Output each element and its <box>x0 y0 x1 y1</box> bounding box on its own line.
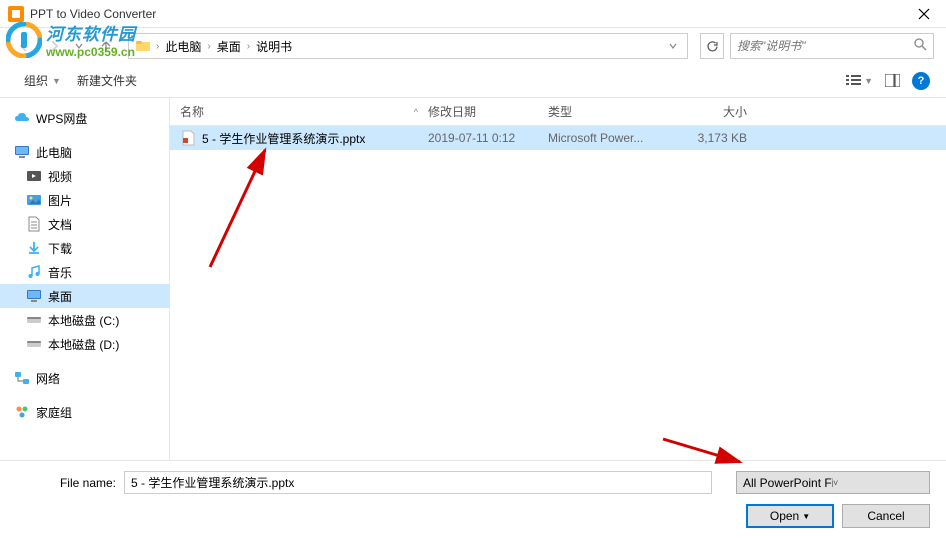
column-name[interactable]: 名称 ^ <box>170 103 428 120</box>
sidebar-item-homegroup[interactable]: 家庭组 <box>0 400 169 424</box>
music-icon <box>26 264 42 280</box>
desktop-icon <box>26 288 42 304</box>
sidebar-item-downloads[interactable]: 下载 <box>0 236 169 260</box>
chevron-down-icon: ▼ <box>52 76 61 86</box>
search-icon[interactable] <box>914 38 927 54</box>
up-button[interactable] <box>96 34 116 58</box>
chevron-down-icon: ▼ <box>864 76 873 86</box>
sidebar: WPS网盘 此电脑 视频 图片 文档 下载 音乐 桌面 <box>0 98 170 460</box>
sidebar-label: 音乐 <box>48 264 72 281</box>
file-size: 3,173 KB <box>673 131 757 145</box>
app-icon <box>8 6 24 22</box>
sidebar-item-thispc[interactable]: 此电脑 <box>0 140 169 164</box>
sidebar-item-videos[interactable]: 视频 <box>0 164 169 188</box>
sidebar-label: 本地磁盘 (D:) <box>48 336 119 353</box>
sidebar-label: 文档 <box>48 216 72 233</box>
chevron-right-icon: › <box>207 41 210 52</box>
sidebar-item-music[interactable]: 音乐 <box>0 260 169 284</box>
sidebar-item-desktop[interactable]: 桌面 <box>0 284 169 308</box>
download-icon <box>26 240 42 256</box>
window-title: PPT to Video Converter <box>30 7 910 21</box>
refresh-button[interactable] <box>700 33 724 59</box>
close-button[interactable] <box>910 0 938 28</box>
sidebar-label: 此电脑 <box>36 144 72 161</box>
breadcrumb-thispc[interactable]: 此电脑 <box>162 38 204 55</box>
homegroup-icon <box>14 404 30 420</box>
sidebar-label: 桌面 <box>48 288 72 305</box>
filetype-select[interactable]: All PowerPoint Files (*.ppt;*.ppt ˅ <box>736 471 930 494</box>
document-icon <box>26 216 42 232</box>
folder-icon <box>135 38 151 54</box>
chevron-right-icon: › <box>247 41 250 52</box>
filename-label: File name: <box>16 476 116 490</box>
video-icon <box>26 168 42 184</box>
disk-icon <box>26 336 42 352</box>
view-list-button[interactable]: ▼ <box>846 74 873 87</box>
sidebar-item-diskc[interactable]: 本地磁盘 (C:) <box>0 308 169 332</box>
picture-icon <box>26 192 42 208</box>
open-button[interactable]: Open ▼ <box>746 504 834 528</box>
column-type[interactable]: 类型 <box>548 103 673 120</box>
breadcrumb-folder[interactable]: 说明书 <box>253 38 295 55</box>
search-input[interactable] <box>737 39 914 53</box>
sidebar-label: 下载 <box>48 240 72 257</box>
sidebar-label: 本地磁盘 (C:) <box>48 312 119 329</box>
file-type: Microsoft Power... <box>548 131 673 145</box>
sidebar-item-wps[interactable]: WPS网盘 <box>0 106 169 130</box>
filename-input[interactable] <box>124 471 712 494</box>
cancel-button[interactable]: Cancel <box>842 504 930 528</box>
newfolder-button[interactable]: 新建文件夹 <box>69 68 145 93</box>
search-box[interactable] <box>730 33 934 59</box>
network-icon <box>14 370 30 386</box>
breadcrumb[interactable]: › 此电脑 › 桌面 › 说明书 <box>128 33 688 59</box>
sidebar-item-network[interactable]: 网络 <box>0 366 169 390</box>
sidebar-item-documents[interactable]: 文档 <box>0 212 169 236</box>
split-chevron-icon: ▼ <box>802 512 810 521</box>
forward-button[interactable] <box>42 34 66 58</box>
computer-icon <box>14 144 30 160</box>
column-size[interactable]: 大小 <box>673 103 757 120</box>
back-button[interactable] <box>12 34 36 58</box>
chevron-down-icon[interactable] <box>669 42 677 50</box>
breadcrumb-desktop[interactable]: 桌面 <box>214 38 244 55</box>
history-dropdown[interactable] <box>72 34 86 58</box>
sidebar-item-diskd[interactable]: 本地磁盘 (D:) <box>0 332 169 356</box>
sidebar-item-pictures[interactable]: 图片 <box>0 188 169 212</box>
sidebar-label: 视频 <box>48 168 72 185</box>
sidebar-label: 图片 <box>48 192 72 209</box>
file-name: 5 - 学生作业管理系统演示.pptx <box>202 130 365 147</box>
sidebar-label: WPS网盘 <box>36 110 87 127</box>
disk-icon <box>26 312 42 328</box>
organize-label: 组织 <box>24 72 48 89</box>
sidebar-label: 家庭组 <box>36 404 72 421</box>
filetype-value: All PowerPoint Files (*.ppt;*.ppt <box>743 476 833 490</box>
view-preview-button[interactable] <box>885 74 900 87</box>
organize-menu[interactable]: 组织 ▼ <box>16 68 69 93</box>
sort-indicator-icon: ^ <box>414 107 418 117</box>
cloud-icon <box>14 110 30 126</box>
file-date: 2019-07-11 0:12 <box>428 131 548 145</box>
chevron-right-icon: › <box>156 41 159 52</box>
help-button[interactable]: ? <box>912 72 930 90</box>
column-date[interactable]: 修改日期 <box>428 103 548 120</box>
filelist-header: 名称 ^ 修改日期 类型 大小 <box>170 98 946 126</box>
sidebar-label: 网络 <box>36 370 60 387</box>
file-row[interactable]: 5 - 学生作业管理系统演示.pptx 2019-07-11 0:12 Micr… <box>170 126 946 150</box>
pptx-icon <box>180 130 196 146</box>
newfolder-label: 新建文件夹 <box>77 72 137 89</box>
chevron-down-icon: ˅ <box>833 478 923 488</box>
